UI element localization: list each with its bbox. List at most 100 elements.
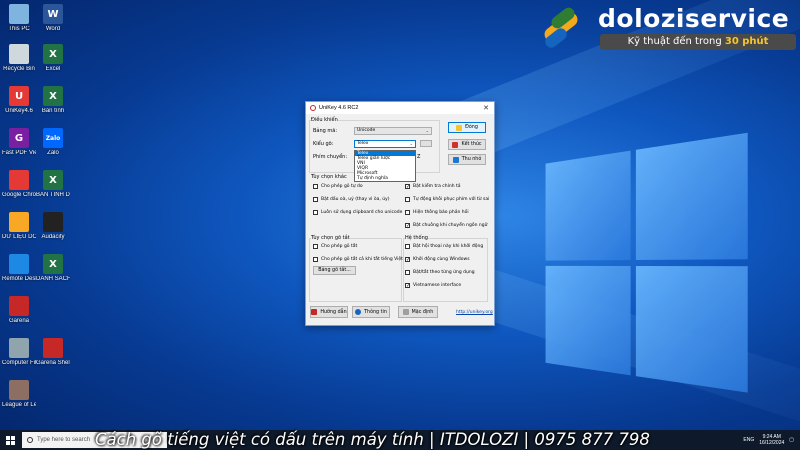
option-label: Tự động khôi phục phím với từ sai [413, 197, 489, 202]
option-checkbox[interactable]: Cho phép gõ tự do [313, 184, 363, 189]
option-label: Bật/tắt theo từng ứng dụng [413, 270, 475, 275]
checkbox-icon [313, 184, 318, 189]
window-title: UniKey 4.6 RC2 [319, 105, 358, 111]
language-indicator[interactable]: ENG [743, 437, 754, 443]
app-icon [9, 170, 29, 190]
close-button[interactable]: Đóng [448, 122, 486, 133]
book-icon [311, 309, 317, 315]
hand-icon [456, 125, 462, 131]
close-icon[interactable]: ✕ [483, 104, 489, 112]
app-icon: X [43, 170, 63, 190]
desktop-icon-label: Word [36, 26, 70, 33]
option-checkbox[interactable]: Hiện thông báo phản hồi [405, 210, 469, 215]
checkmark-icon: ✓ [405, 223, 410, 228]
option-checkbox[interactable]: Cho phép gõ tắt cả khi tắt tiếng Việt [313, 257, 403, 262]
option-label: Cho phép gõ tắt cả khi tắt tiếng Việt [321, 257, 403, 262]
app-icon [9, 212, 29, 232]
clock[interactable]: 9:24 AM 16/12/2024 [759, 434, 784, 446]
unikey-website-link[interactable]: http://unikey.org [456, 310, 493, 315]
option-checkbox[interactable]: Bật dấu oà, uý (thay vì òa, úy) [313, 197, 389, 202]
desktop-icon[interactable]: X Excel [36, 44, 70, 73]
brand-logo-icon [540, 10, 584, 50]
desktop-icon[interactable]: G Fast PDF Viewer [2, 128, 36, 157]
system-tray: ENG 9:24 AM 16/12/2024 ▢ [743, 430, 794, 450]
option-checkbox[interactable]: ✓ Bật chuông khi chuyển ngôn ngữ [405, 223, 487, 228]
desktop-icon[interactable]: Zalo Zalo [36, 128, 70, 157]
desktop-icon[interactable]: Recycle Bin [2, 44, 36, 73]
desktop-icon-label: Fast PDF Viewer [2, 150, 36, 157]
option-label: Bật chuông khi chuyển ngôn ngữ [413, 223, 487, 228]
option-label: Bật kiểm tra chính tả [413, 184, 461, 189]
desktop-icon-label: UniKey4.6 [2, 108, 36, 115]
desktop-icon-label: Bàn tính [36, 108, 70, 115]
desktop-icon-label: Recycle Bin [2, 66, 36, 73]
app-icon: X [43, 86, 63, 106]
method-config-button[interactable] [420, 140, 432, 147]
reset-icon [403, 309, 409, 315]
section-control-label: Điều khiển [311, 117, 338, 123]
search-placeholder: Type here to search [37, 437, 90, 443]
search-icon [27, 437, 33, 443]
app-icon: W [43, 4, 63, 24]
desktop-icon[interactable]: Computer File [2, 338, 36, 367]
app-icon [9, 4, 29, 24]
start-button[interactable] [0, 430, 20, 450]
app-icon [9, 44, 29, 64]
option-checkbox[interactable]: Luôn sử dụng clipboard cho unicode [313, 210, 402, 215]
info-icon [355, 309, 361, 315]
option-checkbox[interactable]: Tự động khôi phục phím với từ sai [405, 197, 489, 202]
info-button[interactable]: Thông tin [352, 306, 390, 318]
option-checkbox[interactable]: ✓ Khởi động cùng Windows [405, 257, 470, 262]
option-checkbox[interactable]: Cho phép gõ tắt [313, 244, 357, 249]
app-icon [9, 296, 29, 316]
option-checkbox[interactable]: ✓ Bật kiểm tra chính tả [405, 184, 461, 189]
desktop-icon-label: Garena Shell [36, 360, 70, 367]
desktop-icon[interactable]: Garena [2, 296, 36, 325]
option-label: Hiện thông báo phản hồi [413, 210, 469, 215]
option-label: Bật dấu oà, uý (thay vì òa, úy) [321, 197, 389, 202]
stop-icon [452, 142, 458, 148]
option-checkbox[interactable]: Bật hội thoại này khi khởi động [405, 244, 483, 249]
desktop-icon[interactable]: Audacity [36, 212, 70, 241]
charset-select[interactable]: Unicode ⌄ [354, 127, 432, 135]
video-caption: Cách gõ tiếng việt có dấu trên máy tính … [95, 430, 707, 450]
desktop-icon-label: BẢN TÍNH DOZOZI [36, 192, 70, 199]
default-button[interactable]: Mặc định [398, 306, 438, 318]
notification-icon[interactable]: ▢ [789, 437, 794, 443]
desktop-icon[interactable]: W Word [36, 4, 70, 33]
app-icon [9, 380, 29, 400]
exit-button[interactable]: Kết thúc [448, 139, 486, 150]
method-dropdown-list[interactable]: Telex Telex giản lược VNI VIQR Microsoft Tự đ… [354, 150, 416, 182]
desktop-icon[interactable]: X BẢN TÍNH DOZOZI [36, 170, 70, 199]
app-icon: X [43, 254, 63, 274]
desktop-icon-label: This PC [2, 26, 36, 33]
option-checkbox[interactable]: Bật/tắt theo từng ứng dụng [405, 270, 475, 275]
desktop-icon[interactable]: X Bàn tính [36, 86, 70, 115]
app-icon [9, 254, 29, 274]
help-button[interactable]: Hướng dẫn [310, 306, 348, 318]
collapse-button[interactable]: Thu nhỏ [448, 154, 486, 165]
method-select[interactable]: Telex ⌄ [354, 140, 416, 148]
desktop-icon[interactable]: League of Legends [2, 380, 36, 409]
macro-table-button[interactable]: Bảng gõ tắt... [313, 266, 356, 275]
desktop-icon-label: Remote Desktop [2, 276, 36, 283]
title-bar[interactable]: UniKey 4.6 RC2 ✕ [306, 102, 494, 114]
desktop-icon[interactable]: U UniKey4.6 [2, 86, 36, 115]
desktop-icon[interactable]: DỮ LIỆU DOLOZI [2, 212, 36, 241]
desktop-icon[interactable]: X DANH SÁCH [36, 254, 70, 283]
dropdown-option[interactable]: Tự định nghĩa [355, 176, 415, 181]
desktop-icon[interactable]: Google Chrome [2, 170, 36, 199]
checkbox-icon [405, 270, 410, 275]
checkbox-icon [313, 197, 318, 202]
desktop-icon-label: Audacity [36, 234, 70, 241]
desktop-icon[interactable]: This PC [2, 4, 36, 33]
option-label: Cho phép gõ tắt [321, 244, 357, 249]
app-icon [43, 212, 63, 232]
option-checkbox[interactable]: ✓ Vietnamese interface [405, 283, 461, 288]
desktop-icon[interactable]: Garena Shell [36, 338, 70, 367]
checkmark-icon: ✓ [405, 257, 410, 262]
hotkey-label: Phím chuyển: [313, 154, 347, 160]
desktop-icon[interactable]: Remote Desktop [2, 254, 36, 283]
checkmark-icon: ✓ [405, 283, 410, 288]
method-label: Kiểu gõ: [313, 141, 333, 147]
